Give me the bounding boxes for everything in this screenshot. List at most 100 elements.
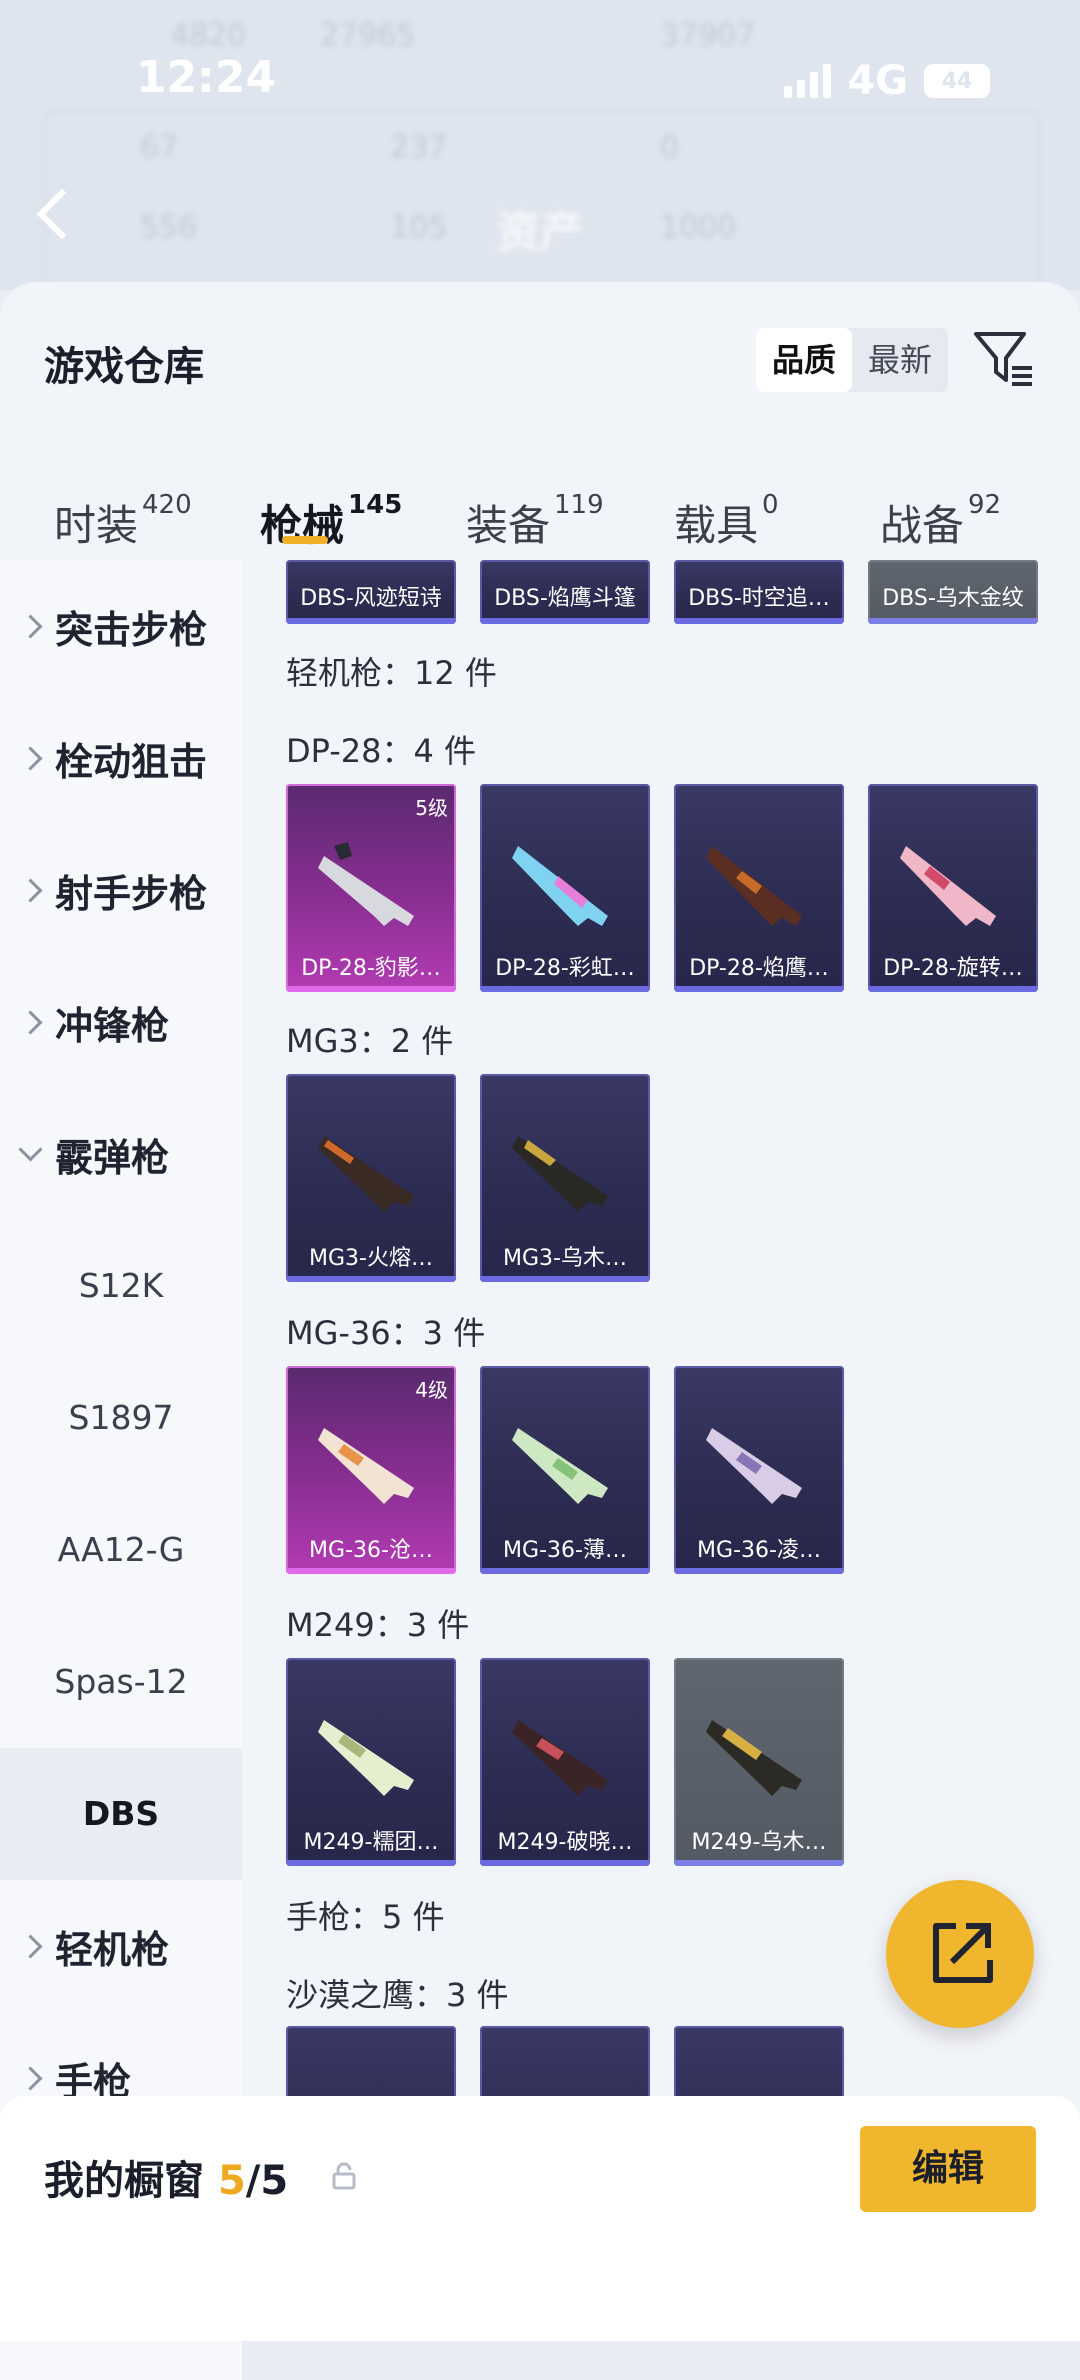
- sidebar-sub-spas12[interactable]: Spas-12: [0, 1616, 242, 1748]
- sidebar-sub-s1897[interactable]: S1897: [0, 1352, 242, 1484]
- sidebar-item-bolt-sniper[interactable]: 栓动狙击: [0, 692, 242, 824]
- network-type: 4G: [847, 58, 908, 104]
- item-card[interactable]: 4级 MG-36-沧…: [286, 1366, 456, 1574]
- item-card[interactable]: MG-36-薄…: [480, 1366, 650, 1574]
- signal-icon: [784, 64, 832, 98]
- background-header: 4820 27965 37907 67 237 0 556 105 1000 1…: [0, 0, 1080, 290]
- item-name: MG3-乌木…: [503, 1246, 627, 1271]
- item-card[interactable]: M249-乌木…: [674, 1658, 844, 1866]
- chevron-right-icon: [18, 1933, 43, 1959]
- item-name: DBS-风迹短诗: [300, 586, 442, 611]
- sidebar-item-lmg[interactable]: 轻机枪: [0, 1880, 242, 2012]
- tab-firearms[interactable]: 枪械 145: [260, 490, 403, 553]
- sidebar-item-marksman-rifle[interactable]: 射手步枪: [0, 824, 242, 956]
- rarity-bar: [286, 986, 456, 992]
- item-card[interactable]: DP-28-旋转…: [868, 784, 1038, 992]
- item-name: MG-36-薄…: [503, 1538, 627, 1563]
- section-label-lmg: 轻机枪：12 件: [286, 654, 497, 692]
- group-label: MG3：2 件: [286, 1022, 454, 1060]
- sheet-title: 游戏仓库: [44, 344, 204, 390]
- sidebar-sub-aa12g[interactable]: AA12-G: [0, 1484, 242, 1616]
- rarity-bar: [286, 618, 456, 624]
- unlock-icon: [332, 2162, 356, 2194]
- item-card[interactable]: M249-破晓…: [480, 1658, 650, 1866]
- item-card[interactable]: MG3-乌木…: [480, 1074, 650, 1282]
- showcase-count-total: /5: [245, 2158, 289, 2204]
- item-card[interactable]: DBS-时空追…: [674, 560, 844, 624]
- rifle-icon: [318, 1720, 414, 1796]
- item-name: MG3-火熔…: [309, 1246, 433, 1271]
- bg-stat: 67: [140, 130, 179, 165]
- tab-fashion[interactable]: 时装 420: [54, 490, 192, 553]
- bg-stat: 37907: [660, 18, 756, 53]
- tab-label: 战备: [880, 501, 965, 550]
- rarity-bar: [480, 1568, 650, 1574]
- sidebar-item-smg[interactable]: 冲锋枪: [0, 956, 242, 1088]
- item-card[interactable]: DBS-乌木金纹: [868, 560, 1038, 624]
- chevron-right-icon: [18, 1009, 43, 1035]
- bg-stat: 237: [390, 130, 448, 165]
- item-card[interactable]: DP-28-彩虹…: [480, 784, 650, 992]
- sidebar-item-label: 轻机枪: [55, 1927, 170, 1972]
- sort-toggle: 品质 最新: [756, 328, 949, 392]
- rarity-bar: [868, 618, 1038, 624]
- tab-label: 载具: [674, 501, 759, 550]
- tab-count: 92: [968, 490, 1002, 520]
- category-tabs: 时装 420 枪械 145 装备 119 载具 0 战备 92: [0, 452, 1080, 556]
- sidebar-item-label: 射手步枪: [55, 871, 208, 916]
- item-name: M249-糯团…: [303, 1830, 439, 1855]
- bg-stat: 4820: [170, 18, 247, 53]
- rifle-icon: [706, 1720, 802, 1796]
- tab-count: 145: [348, 490, 403, 520]
- sidebar-item-assault-rifle[interactable]: 突击步枪: [0, 560, 242, 692]
- item-name: DP-28-彩虹…: [495, 956, 635, 981]
- rifle-icon: [706, 846, 802, 926]
- item-card[interactable]: DP-28-焰鹰…: [674, 784, 844, 992]
- group-label: 沙漠之鹰：3 件: [286, 1976, 509, 2014]
- item-card[interactable]: DBS-风迹短诗: [286, 560, 456, 624]
- sidebar-item-label: 栓动狙击: [55, 739, 208, 784]
- rifle-icon: [512, 1720, 608, 1796]
- share-button[interactable]: [886, 1880, 1034, 2028]
- battery-level: 44: [941, 68, 973, 94]
- item-name: M249-破晓…: [497, 1830, 633, 1855]
- item-name: DBS-焰鹰斗篷: [494, 586, 636, 611]
- group-label: M249：3 件: [286, 1606, 470, 1644]
- rarity-bar: [480, 986, 650, 992]
- item-name: DP-28-旋转…: [883, 956, 1023, 981]
- group-label: MG-36：3 件: [286, 1314, 486, 1352]
- item-name: DBS-乌木金纹: [882, 586, 1024, 611]
- item-name: MG-36-凌…: [697, 1538, 821, 1563]
- item-card[interactable]: DBS-焰鹰斗篷: [480, 560, 650, 624]
- filter-icon[interactable]: [972, 326, 1036, 390]
- item-card[interactable]: MG-36-凌…: [674, 1366, 844, 1574]
- edit-button[interactable]: 编辑: [860, 2126, 1036, 2212]
- tab-vehicles[interactable]: 载具 0: [674, 490, 779, 553]
- sidebar-sub-s12k[interactable]: S12K: [0, 1220, 242, 1352]
- sidebar-item-shotgun[interactable]: 霰弹枪: [0, 1088, 242, 1220]
- item-card[interactable]: MG3-火熔…: [286, 1074, 456, 1282]
- rarity-bar: [286, 1568, 456, 1574]
- sidebar-item-label: 冲锋枪: [55, 1003, 170, 1048]
- item-name: DP-28-豹影…: [301, 956, 441, 981]
- sort-quality-button[interactable]: 品质: [756, 328, 853, 392]
- tab-equipment[interactable]: 装备 119: [466, 490, 604, 553]
- sidebar-sub-dbs[interactable]: DBS: [0, 1748, 242, 1880]
- item-card[interactable]: 5级 DP-28-豹影…: [286, 784, 456, 992]
- rarity-bar: [868, 986, 1038, 992]
- rarity-bar: [480, 618, 650, 624]
- tab-count: 0: [762, 490, 779, 520]
- group-label: DP-28：4 件: [286, 732, 477, 770]
- rifle-icon: [900, 846, 996, 926]
- rifle-icon: [512, 1136, 608, 1212]
- rifle-icon: [512, 846, 608, 926]
- battery-icon: 44: [924, 64, 990, 98]
- tab-supplies[interactable]: 战备 92: [880, 490, 1002, 553]
- item-name: MG-36-沧…: [309, 1538, 433, 1563]
- item-name: M249-乌木…: [691, 1830, 827, 1855]
- status-indicators: 4G 44: [784, 58, 990, 104]
- rifle-icon: [512, 1428, 608, 1504]
- showcase-title: 我的橱窗 5/5: [44, 2148, 288, 2206]
- item-card[interactable]: M249-糯团…: [286, 1658, 456, 1866]
- sort-newest-button[interactable]: 最新: [852, 328, 948, 392]
